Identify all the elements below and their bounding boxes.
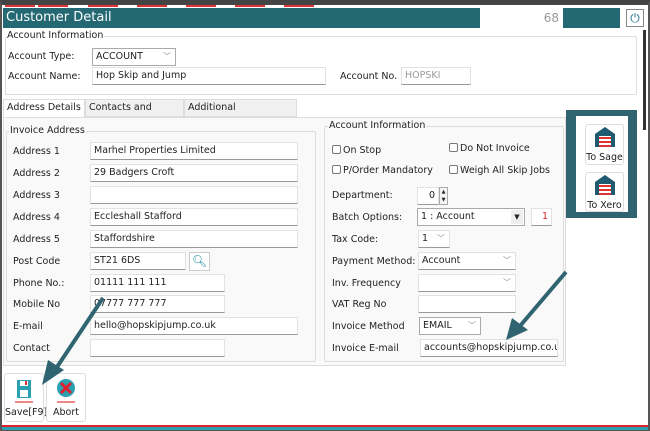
annotation-arrows	[42, 270, 568, 385]
arrow-to-save	[53, 296, 105, 372]
arrow-to-invoice-email	[518, 270, 568, 328]
